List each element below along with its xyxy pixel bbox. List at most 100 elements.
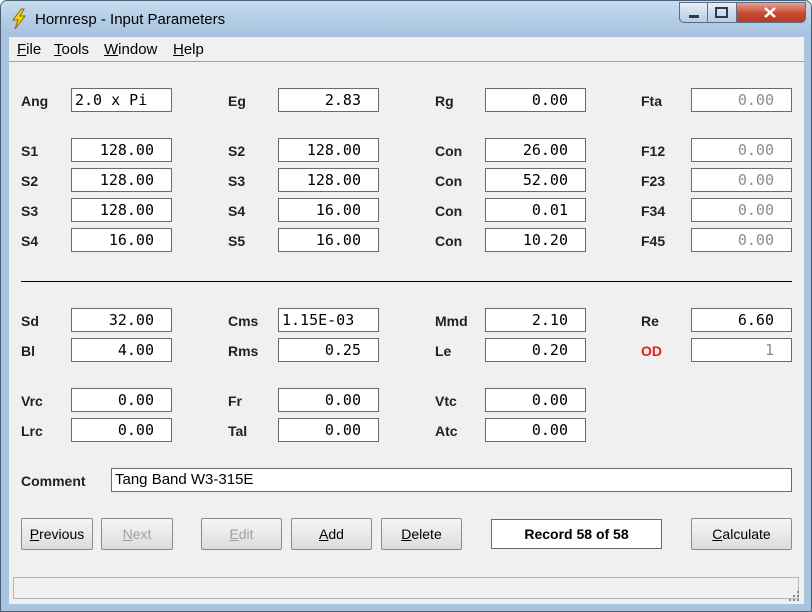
cms-field[interactable]: 1.15E-03 bbox=[278, 308, 379, 332]
menu-tools[interactable]: Tools bbox=[54, 41, 89, 58]
edit-button-label: Edit bbox=[229, 526, 254, 542]
fr-field[interactable]: 0.00 bbox=[278, 388, 379, 412]
s1-label: S1 bbox=[21, 143, 39, 159]
menu-help[interactable]: Help bbox=[173, 41, 204, 58]
con4-field[interactable]: 10.20 bbox=[485, 228, 586, 252]
rms-label: Rms bbox=[228, 343, 259, 359]
s2-row-label: S2 bbox=[21, 173, 39, 189]
hornresp-window: Hornresp - Input Parameters File Tools W… bbox=[0, 0, 812, 612]
ang-label: Ang bbox=[21, 93, 49, 109]
vrc-label: Vrc bbox=[21, 393, 43, 409]
minimize-button[interactable] bbox=[679, 2, 708, 23]
sd-field[interactable]: 32.00 bbox=[71, 308, 172, 332]
le-label: Le bbox=[435, 343, 452, 359]
window-title: Hornresp - Input Parameters bbox=[35, 11, 226, 28]
previous-button-label: Previous bbox=[29, 526, 85, 542]
calculate-button[interactable]: Calculate bbox=[691, 518, 792, 550]
f12-field: 0.00 bbox=[691, 138, 792, 162]
s2-label: S2 bbox=[228, 143, 246, 159]
s2-row-field[interactable]: 128.00 bbox=[71, 168, 172, 192]
eg-field[interactable]: 2.83 bbox=[278, 88, 379, 112]
next-button-label: Next bbox=[122, 526, 152, 542]
fta-field: 0.00 bbox=[691, 88, 792, 112]
minimize-icon bbox=[689, 15, 699, 18]
f23-label: F23 bbox=[641, 173, 666, 189]
con2-field[interactable]: 52.00 bbox=[485, 168, 586, 192]
close-icon bbox=[764, 7, 776, 18]
f12-label: F12 bbox=[641, 143, 666, 159]
f34-field: 0.00 bbox=[691, 198, 792, 222]
con3-label: Con bbox=[435, 203, 463, 219]
bl-field[interactable]: 4.00 bbox=[71, 338, 172, 362]
s3-field[interactable]: 128.00 bbox=[278, 168, 379, 192]
re-field[interactable]: 6.60 bbox=[691, 308, 792, 332]
tal-field[interactable]: 0.00 bbox=[278, 418, 379, 442]
previous-button[interactable]: Previous bbox=[21, 518, 93, 550]
s5-label: S5 bbox=[228, 233, 246, 249]
f45-field: 0.00 bbox=[691, 228, 792, 252]
input-parameters-panel: Ang 2.0 x Pi Eg 2.83 Rg 0.00 Fta 0.00 S1… bbox=[9, 61, 804, 571]
ang-field[interactable]: 2.0 x Pi bbox=[71, 88, 172, 112]
rg-label: Rg bbox=[435, 93, 454, 109]
section-divider bbox=[21, 281, 792, 282]
s4-label: S4 bbox=[228, 203, 246, 219]
od-field: 1 bbox=[691, 338, 792, 362]
fr-label: Fr bbox=[228, 393, 242, 409]
title-bar[interactable]: Hornresp - Input Parameters bbox=[1, 1, 811, 37]
f23-field: 0.00 bbox=[691, 168, 792, 192]
mmd-label: Mmd bbox=[435, 313, 468, 329]
s3-row-label: S3 bbox=[21, 203, 39, 219]
tal-label: Tal bbox=[228, 423, 248, 439]
comment-field[interactable]: Tang Band W3-315E bbox=[111, 468, 792, 492]
con3-field[interactable]: 0.01 bbox=[485, 198, 586, 222]
add-button[interactable]: Add bbox=[291, 518, 372, 550]
maximize-icon bbox=[715, 7, 728, 18]
menu-file[interactable]: File bbox=[17, 41, 41, 58]
add-button-label: Add bbox=[319, 526, 344, 542]
resize-grip-icon[interactable] bbox=[788, 590, 800, 602]
con2-label: Con bbox=[435, 173, 463, 189]
fta-label: Fta bbox=[641, 93, 662, 109]
lrc-field[interactable]: 0.00 bbox=[71, 418, 172, 442]
od-label: OD bbox=[641, 343, 662, 359]
record-counter: Record 58 of 58 bbox=[491, 519, 662, 549]
s3-row-field[interactable]: 128.00 bbox=[71, 198, 172, 222]
atc-label: Atc bbox=[435, 423, 458, 439]
con1-label: Con bbox=[435, 143, 463, 159]
vrc-field[interactable]: 0.00 bbox=[71, 388, 172, 412]
bl-label: Bl bbox=[21, 343, 35, 359]
delete-button[interactable]: Delete bbox=[381, 518, 462, 550]
s3-label: S3 bbox=[228, 173, 246, 189]
atc-field[interactable]: 0.00 bbox=[485, 418, 586, 442]
next-button: Next bbox=[101, 518, 173, 550]
status-bar bbox=[9, 571, 804, 604]
menu-bar: File Tools Window Help bbox=[9, 37, 804, 61]
menu-window[interactable]: Window bbox=[104, 41, 157, 58]
maximize-button[interactable] bbox=[708, 2, 737, 23]
status-panel bbox=[13, 577, 799, 599]
rms-field[interactable]: 0.25 bbox=[278, 338, 379, 362]
comment-label: Comment bbox=[21, 473, 86, 489]
s2-field[interactable]: 128.00 bbox=[278, 138, 379, 162]
vtc-label: Vtc bbox=[435, 393, 457, 409]
calculate-button-label: Calculate bbox=[712, 526, 771, 542]
sd-label: Sd bbox=[21, 313, 39, 329]
rg-field[interactable]: 0.00 bbox=[485, 88, 586, 112]
con4-label: Con bbox=[435, 233, 463, 249]
re-label: Re bbox=[641, 313, 659, 329]
con1-field[interactable]: 26.00 bbox=[485, 138, 586, 162]
s1-field[interactable]: 128.00 bbox=[71, 138, 172, 162]
s4-row-field[interactable]: 16.00 bbox=[71, 228, 172, 252]
edit-button: Edit bbox=[201, 518, 282, 550]
f34-label: F34 bbox=[641, 203, 666, 219]
cms-label: Cms bbox=[228, 313, 259, 329]
lightning-bolt-icon bbox=[12, 8, 27, 30]
lrc-label: Lrc bbox=[21, 423, 43, 439]
s4-field[interactable]: 16.00 bbox=[278, 198, 379, 222]
mmd-field[interactable]: 2.10 bbox=[485, 308, 586, 332]
close-button[interactable] bbox=[737, 2, 806, 23]
s5-field[interactable]: 16.00 bbox=[278, 228, 379, 252]
vtc-field[interactable]: 0.00 bbox=[485, 388, 586, 412]
le-field[interactable]: 0.20 bbox=[485, 338, 586, 362]
f45-label: F45 bbox=[641, 233, 666, 249]
